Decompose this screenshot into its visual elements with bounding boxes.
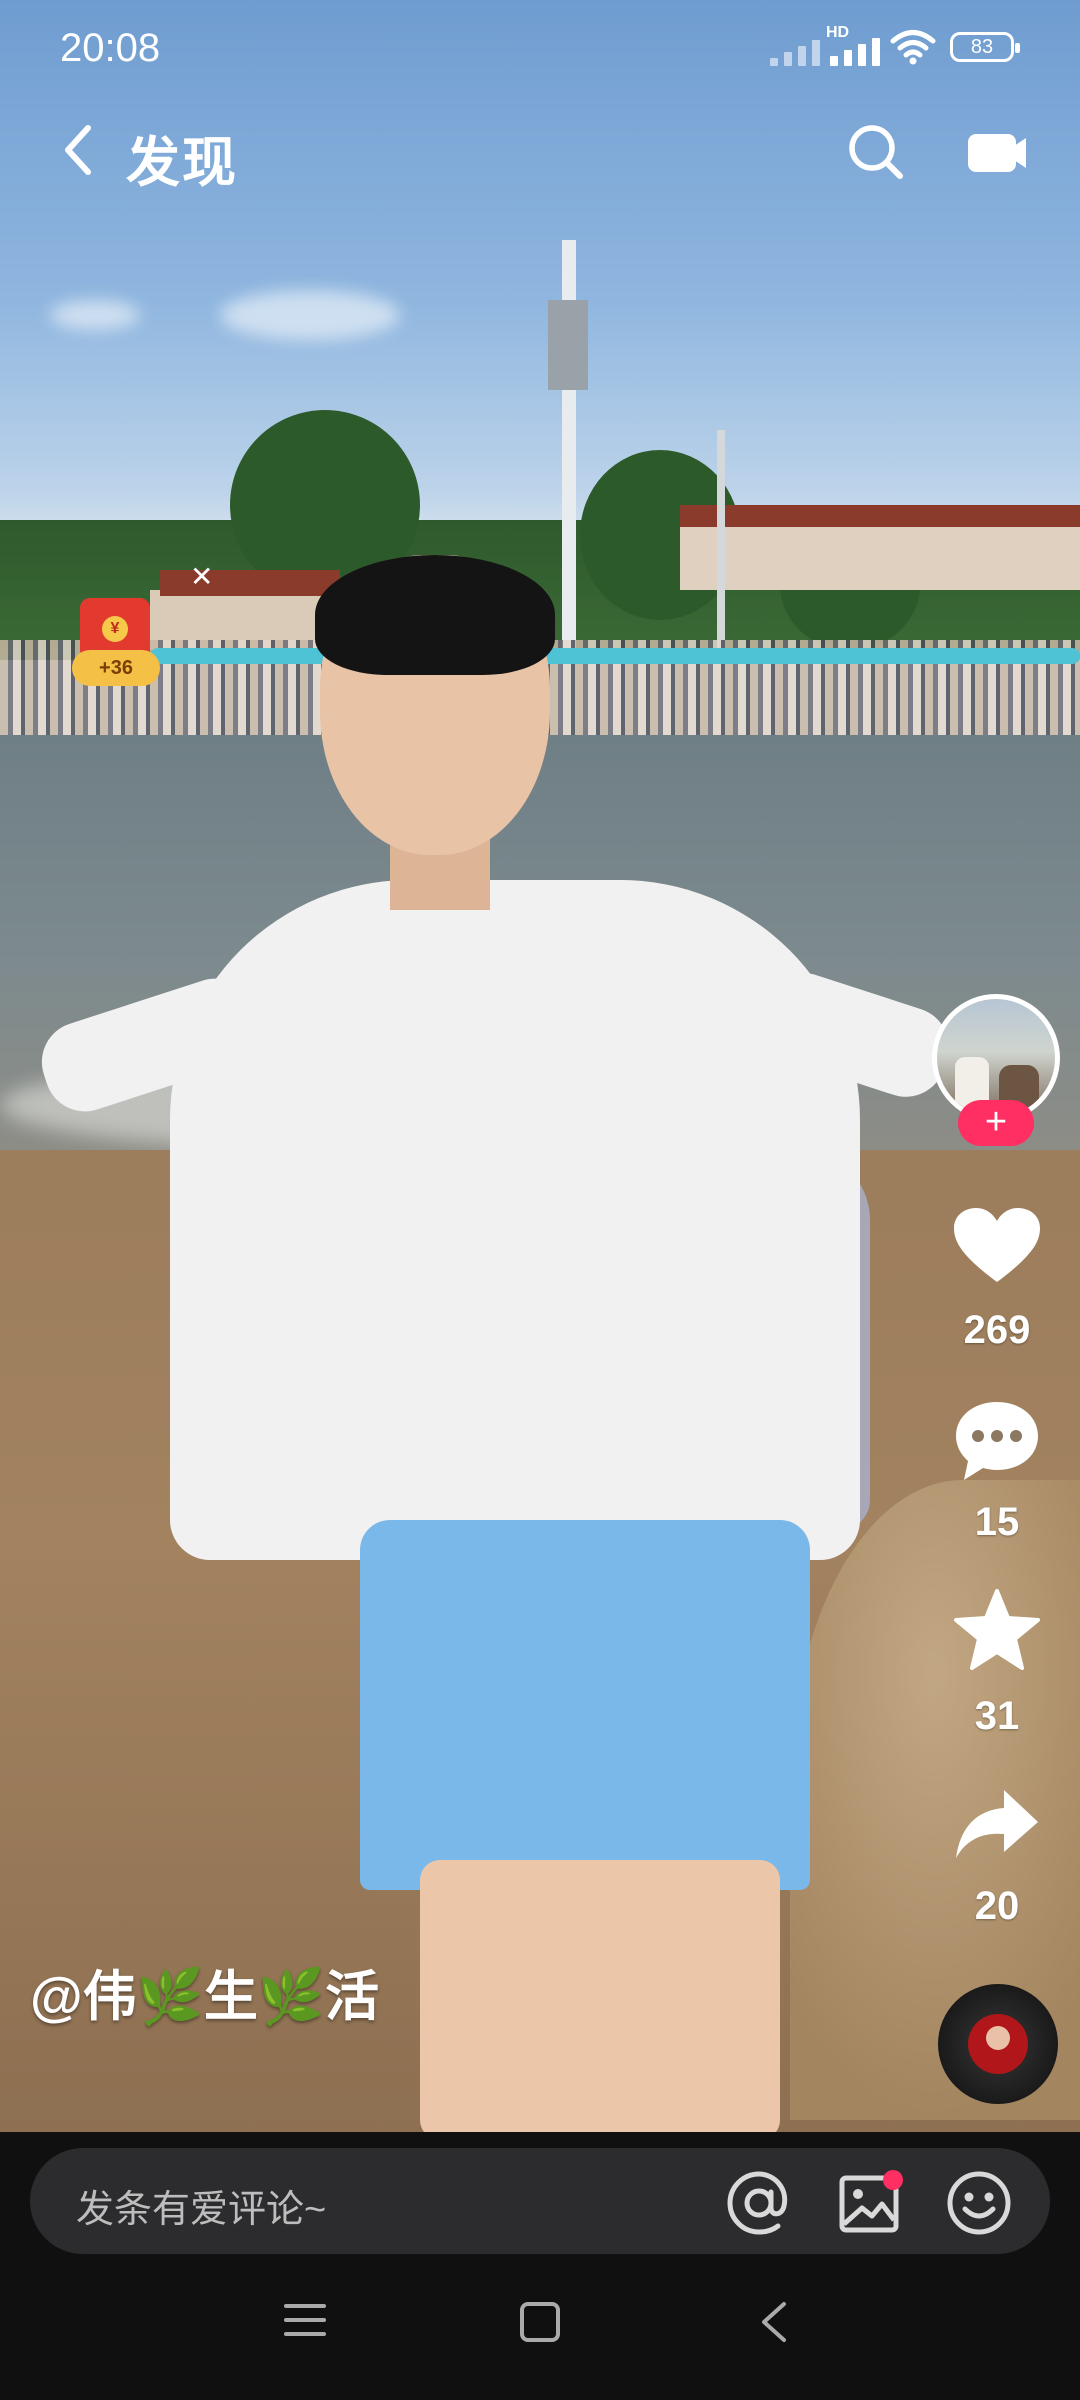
smiley-icon (947, 2171, 1011, 2235)
search-button[interactable] (846, 122, 906, 187)
back-button[interactable] (58, 120, 98, 185)
battery-icon: 83 (950, 32, 1020, 62)
building-roof (160, 570, 340, 596)
menu-nav-button[interactable] (282, 2300, 328, 2345)
mention-button[interactable] (726, 2170, 792, 2241)
like-button[interactable] (952, 1206, 1042, 1291)
back-arrow-icon (65, 125, 91, 175)
cloud (50, 300, 140, 330)
camera-button[interactable] (966, 128, 1028, 181)
music-cover (968, 2014, 1028, 2074)
image-notification-dot (883, 2170, 903, 2190)
at-sign-icon (727, 2171, 788, 2235)
share-count: 20 (974, 1884, 1020, 1928)
red-packet-badge: +36 (72, 650, 160, 686)
red-packet-close-icon[interactable]: ✕ (190, 560, 213, 593)
favorite-button[interactable] (952, 1588, 1042, 1679)
status-time: 20:08 (60, 26, 161, 70)
light-pole (717, 430, 725, 650)
comment-placeholder: 发条有爱评论~ (76, 2189, 327, 2231)
menu-icon (284, 2304, 326, 2336)
heart-icon (954, 1208, 1040, 1282)
building-roof (680, 505, 1080, 527)
search-icon (849, 125, 903, 179)
author-handle[interactable]: @伟🌿生🌿活 (30, 1952, 379, 2031)
video-frame[interactable] (0, 0, 1080, 2132)
umbrella-row (150, 648, 1080, 664)
back-nav-button[interactable] (756, 2300, 792, 2349)
camera-icon (968, 134, 1026, 172)
star-icon (954, 1589, 1040, 1670)
sim2-signal-icon (770, 30, 820, 66)
coin-icon: ¥ (102, 616, 128, 642)
page-title[interactable]: 发现 (126, 118, 238, 197)
building (680, 520, 1080, 590)
back-triangle-icon (762, 2302, 786, 2342)
music-disc[interactable] (938, 1984, 1058, 2104)
comment-icon (956, 1402, 1038, 1480)
status-bar: 20:08 HD 83 (0, 0, 1080, 100)
home-nav-button[interactable] (518, 2300, 562, 2349)
square-home-icon (520, 2302, 560, 2342)
like-count: 269 (963, 1308, 1031, 1352)
emoji-button[interactable] (946, 2170, 1012, 2241)
comment-button[interactable] (952, 1398, 1042, 1489)
signal-icon (830, 30, 880, 66)
antenna-tower-top (548, 300, 588, 390)
share-button[interactable] (952, 1786, 1042, 1867)
dancer-shirt (170, 880, 860, 1560)
dancer-legs (420, 1860, 780, 2132)
share-arrow-icon (956, 1790, 1038, 1858)
wifi-icon (890, 30, 936, 65)
cloud (220, 290, 400, 340)
follow-button[interactable]: + (958, 1100, 1034, 1146)
dancer-hair (315, 555, 555, 675)
comment-count: 15 (974, 1500, 1020, 1544)
dancer-shorts (360, 1520, 810, 1890)
favorite-count: 31 (974, 1694, 1020, 1738)
